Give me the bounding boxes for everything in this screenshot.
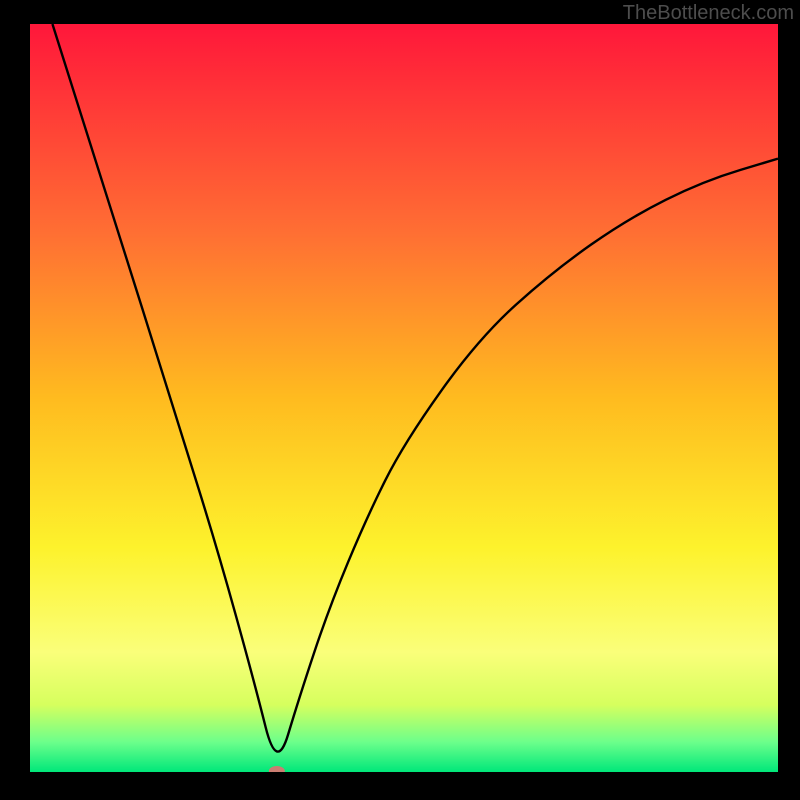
bottleneck-chart [30, 24, 778, 772]
chart-background [30, 24, 778, 772]
watermark-text: TheBottleneck.com [623, 2, 794, 25]
